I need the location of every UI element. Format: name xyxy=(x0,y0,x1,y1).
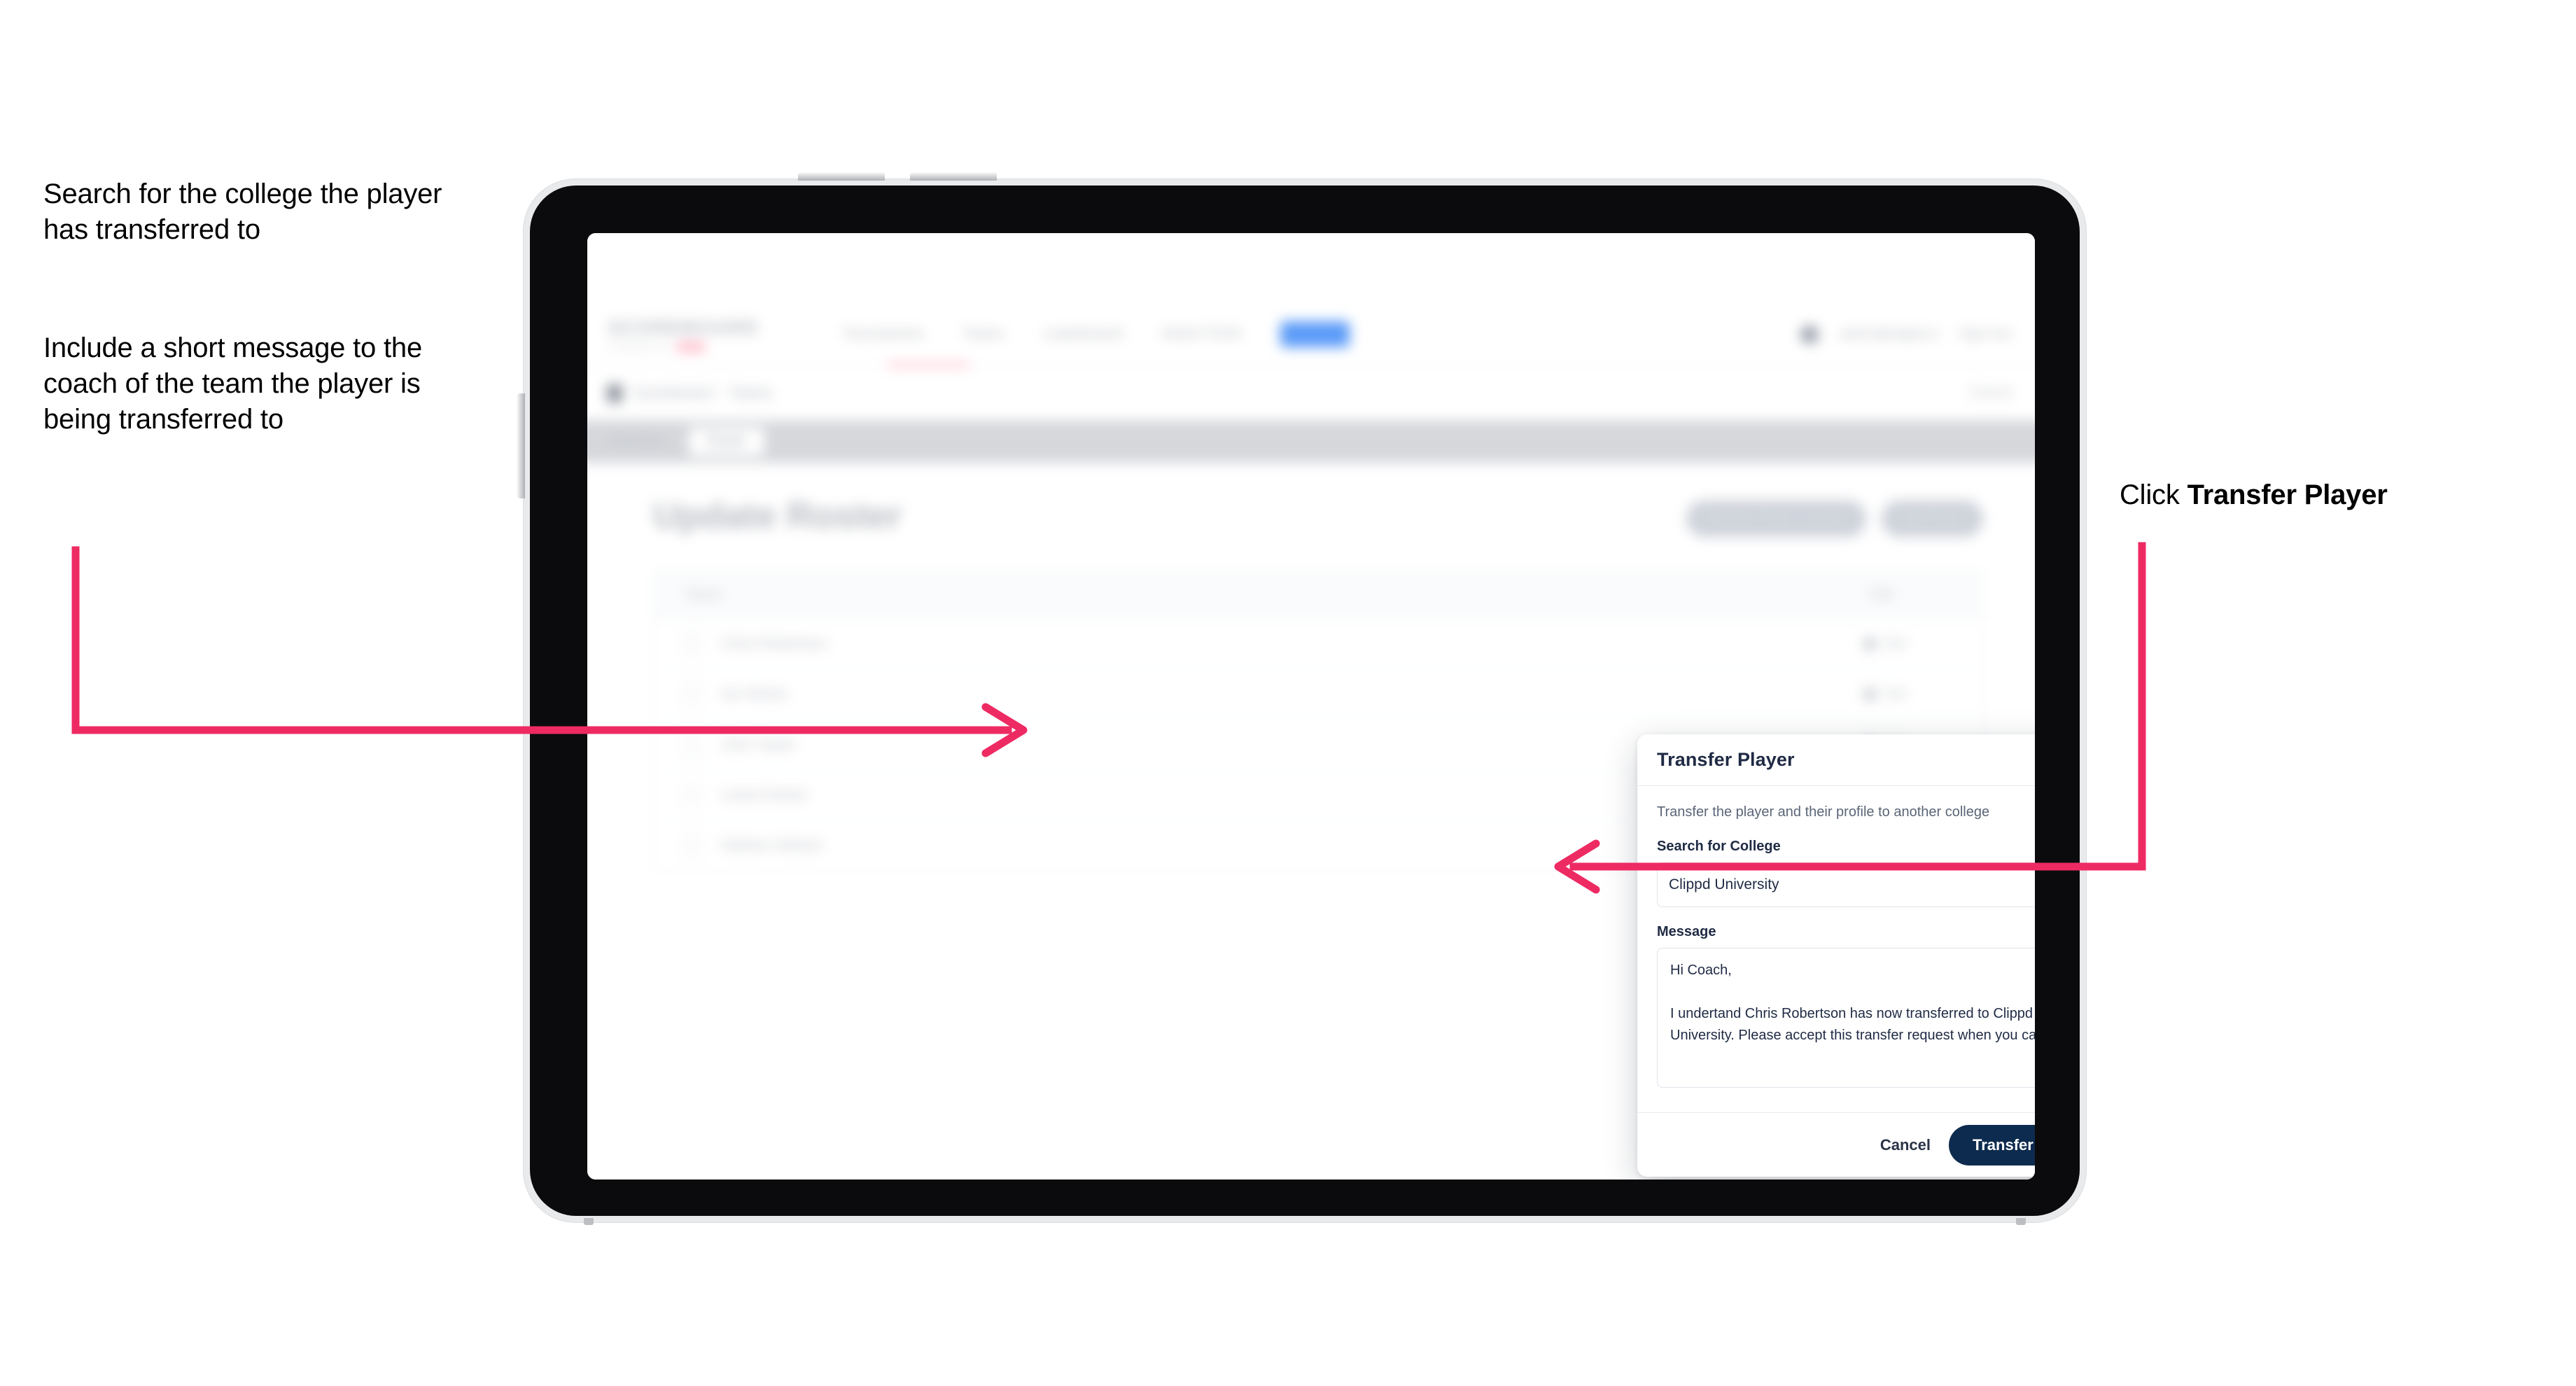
search-college-label: Search for College xyxy=(1657,839,1781,854)
search-college-input[interactable] xyxy=(1657,862,2035,907)
screenshot-root: Search for the college the player has tr… xyxy=(0,0,2576,1386)
nav-link-world-tour[interactable]: World TOUR xyxy=(1162,326,1241,342)
pencil-icon xyxy=(1861,686,1878,702)
row-checkbox[interactable] xyxy=(682,734,703,755)
annotation-right-prefix: Click xyxy=(2120,479,2188,510)
cancel-button[interactable]: Cancel xyxy=(1880,1136,1931,1154)
transfer-player-dialog: Transfer Player Transfer the player and … xyxy=(1637,734,2035,1177)
breadcrumb-cancel[interactable]: Cancel xyxy=(1969,385,2012,401)
breadcrumb-bar: Scoreboard / Teams Cancel xyxy=(587,366,2035,421)
nav-links: Tournaments Teams Leaderboard World TOUR… xyxy=(843,321,1350,347)
tablet-device-frame: SCOREBOARD POWERED BY Tournaments Teams … xyxy=(517,172,2086,1225)
player-name: Nathan Hobson xyxy=(721,837,823,853)
edit-action[interactable]: Edit xyxy=(1861,636,1907,652)
nav-user-email: admin@clippd.io xyxy=(1840,326,1939,342)
table-row[interactable]: Ian Winter Edit xyxy=(654,669,1982,720)
transfer-player-button[interactable]: Transfer Player xyxy=(1949,1124,2035,1166)
nav-link-active-pill[interactable]: Teams xyxy=(1280,321,1350,347)
power-button[interactable] xyxy=(517,393,525,498)
tab-overview[interactable]: Overview xyxy=(590,428,682,456)
device-foot-left xyxy=(584,1218,594,1225)
device-foot-right xyxy=(2016,1218,2026,1225)
player-name: Lewis Davies xyxy=(721,786,808,803)
tablet-screen: SCOREBOARD POWERED BY Tournaments Teams … xyxy=(587,233,2035,1180)
dialog-footer: Cancel Transfer Player xyxy=(1637,1112,2035,1177)
edit-label: Edit xyxy=(1884,636,1907,651)
avatar[interactable] xyxy=(1800,325,1819,344)
column-header-edit: Edit xyxy=(1870,587,1893,602)
app-navbar: SCOREBOARD POWERED BY Tournaments Teams … xyxy=(587,303,2035,367)
tablet-bezel: SCOREBOARD POWERED BY Tournaments Teams … xyxy=(530,186,2080,1216)
dialog-body: Transfer the player and their profile to… xyxy=(1637,786,2035,1112)
brand-badge xyxy=(677,342,706,351)
player-name: Chris Robertson xyxy=(721,635,827,652)
dialog-header: Transfer Player xyxy=(1637,734,2035,786)
message-textarea[interactable] xyxy=(1657,948,2035,1088)
row-checkbox[interactable] xyxy=(682,835,703,856)
annotation-right-bold: Transfer Player xyxy=(2187,479,2388,510)
pencil-icon xyxy=(1861,636,1878,652)
request-player-transfer-button[interactable]: Request Player Transfer xyxy=(1686,500,1867,537)
brand-name: SCOREBOARD xyxy=(608,317,760,338)
annotation-include-message: Include a short message to the coach of … xyxy=(43,332,422,435)
edit-action[interactable]: Edit xyxy=(1861,686,1907,702)
header-actions: Request Player Transfer Add Player xyxy=(1686,500,1983,537)
volume-down-button[interactable] xyxy=(910,172,997,181)
volume-up-button[interactable] xyxy=(798,172,885,181)
nav-link-teams[interactable]: Teams xyxy=(963,326,1004,342)
breadcrumb-icon xyxy=(607,384,622,402)
table-row[interactable]: Chris Robertson Edit xyxy=(654,619,1982,669)
breadcrumb[interactable]: Scoreboard / xyxy=(634,385,718,402)
dialog-title: Transfer Player xyxy=(1657,749,1795,770)
brand-logo[interactable]: SCOREBOARD POWERED BY xyxy=(608,317,759,351)
page-title: Update Roster xyxy=(653,496,902,536)
nav-link-tournaments[interactable]: Tournaments xyxy=(843,326,924,342)
player-name: Ian Winter xyxy=(721,685,788,702)
dialog-subtitle: Transfer the player and their profile to… xyxy=(1657,804,1990,820)
add-player-button[interactable]: Add Player xyxy=(1882,500,1983,537)
breadcrumb-current: Teams xyxy=(729,384,773,401)
row-checkbox[interactable] xyxy=(682,683,703,705)
sign-out-link[interactable]: Sign Out xyxy=(1959,327,2011,342)
nav-link-leaderboard[interactable]: Leaderboard xyxy=(1044,326,1123,342)
message-label: Message xyxy=(1657,924,1716,939)
tab-roster[interactable]: Roster xyxy=(689,428,765,456)
table-header-row: Name Edit xyxy=(654,571,1982,619)
player-name: John Taylor xyxy=(721,736,797,752)
annotation-search-college: Search for the college the player has tr… xyxy=(43,178,442,246)
edit-label: Edit xyxy=(1884,686,1907,701)
column-header-name: Name xyxy=(686,587,722,602)
row-checkbox[interactable] xyxy=(682,633,703,654)
annotation-click-transfer-player: Click Transfer Player xyxy=(2120,477,2554,513)
brand-tagline: POWERED BY xyxy=(608,342,673,351)
row-checkbox[interactable] xyxy=(682,784,703,806)
tab-bar: Overview Roster xyxy=(587,421,2035,463)
